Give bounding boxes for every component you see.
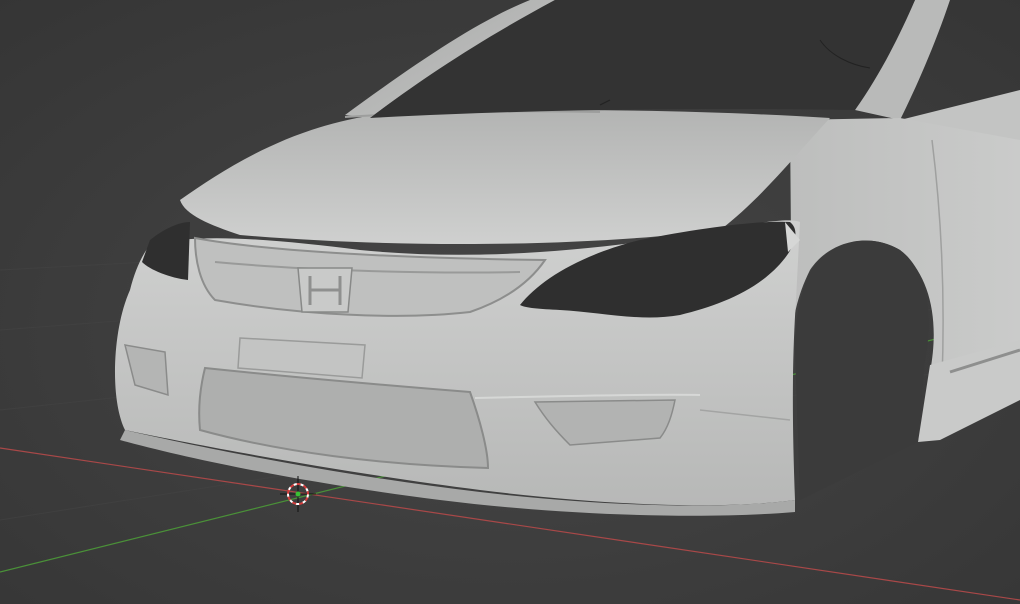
3d-viewport[interactable] (0, 0, 1020, 604)
viewport-canvas[interactable] (0, 0, 1020, 604)
